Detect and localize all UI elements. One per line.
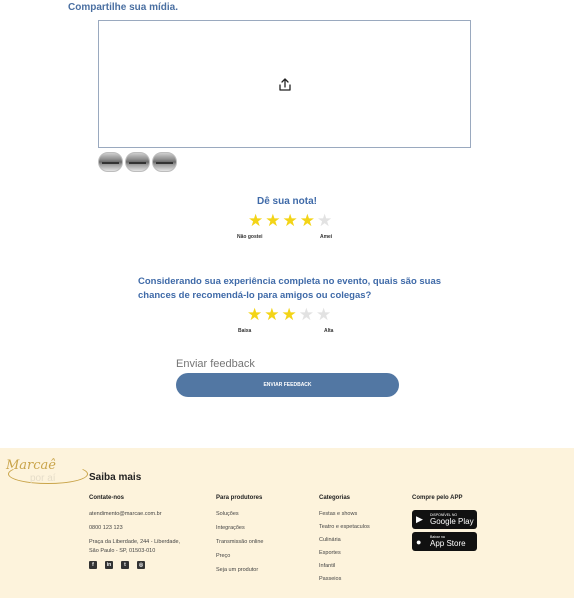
star-icon[interactable]: ★ bbox=[265, 212, 280, 229]
recommend-min-label: Baixa bbox=[238, 328, 252, 334]
media-thumbnail[interactable] bbox=[152, 152, 177, 172]
star-icon[interactable]: ★ bbox=[282, 306, 297, 323]
producers-heading: Para produtores bbox=[216, 495, 263, 501]
star-icon[interactable]: ★ bbox=[264, 306, 279, 323]
producers-link[interactable]: Seja um produtor bbox=[216, 566, 263, 575]
category-link[interactable]: Esportes bbox=[319, 549, 370, 558]
logo-text: Marcaê bbox=[6, 458, 57, 473]
star-icon[interactable]: ★ bbox=[316, 306, 331, 323]
categories-column: Categorias Festas e shows Teatro e espet… bbox=[319, 495, 370, 588]
category-link[interactable]: Infantil bbox=[319, 562, 370, 571]
app-column: Compre pelo APP ▶ DISPONÍVEL NO Google P… bbox=[412, 495, 477, 554]
contact-phone[interactable]: 0800 123 123 bbox=[89, 524, 189, 533]
producers-link[interactable]: Preço bbox=[216, 552, 263, 561]
social-links: f in t ◎ bbox=[89, 561, 189, 569]
app-store-button[interactable]: ● Baixar na App Store bbox=[412, 532, 477, 551]
star-icon[interactable]: ★ bbox=[299, 306, 314, 323]
recommend-max-label: Alta bbox=[324, 328, 334, 334]
star-icon[interactable]: ★ bbox=[247, 306, 262, 323]
upload-icon[interactable] bbox=[277, 77, 293, 93]
producers-link[interactable]: Transmissão online bbox=[216, 538, 263, 547]
star-icon[interactable]: ★ bbox=[300, 212, 315, 229]
producers-link[interactable]: Integrações bbox=[216, 524, 263, 533]
saiba-mais-heading: Saiba mais bbox=[89, 472, 142, 483]
star-icon[interactable]: ★ bbox=[317, 212, 332, 229]
google-play-text: Google Play bbox=[430, 517, 474, 526]
recommend-stars: ★ ★ ★ ★ ★ bbox=[247, 306, 331, 323]
feedback-input[interactable] bbox=[176, 358, 396, 370]
rating-stars: ★ ★ ★ ★ ★ bbox=[248, 212, 332, 229]
star-icon[interactable]: ★ bbox=[248, 212, 263, 229]
send-feedback-button[interactable]: ENVIAR FEEDBACK bbox=[176, 373, 399, 397]
contact-heading: Contate-nos bbox=[89, 495, 124, 501]
contact-address: Praça da Liberdade, 244 - Liberdade, São… bbox=[89, 539, 181, 554]
star-icon[interactable]: ★ bbox=[283, 212, 298, 229]
rating-max-label: Amei bbox=[320, 234, 333, 240]
rating-min-label: Não gostei bbox=[237, 234, 263, 240]
facebook-icon[interactable]: f bbox=[89, 561, 97, 569]
rating-title: Dê sua nota! bbox=[256, 196, 317, 207]
category-link[interactable]: Passeios bbox=[319, 575, 370, 584]
google-play-icon: ▶ bbox=[416, 514, 423, 524]
producers-column: Para produtores Soluções Integrações Tra… bbox=[216, 495, 263, 580]
app-heading: Compre pelo APP bbox=[412, 495, 463, 501]
contact-column: Contate-nos atendimento@marcae.com.br 08… bbox=[89, 495, 189, 569]
media-thumbnails bbox=[98, 152, 177, 172]
instagram-icon[interactable]: ◎ bbox=[137, 561, 145, 569]
category-link[interactable]: Festas e shows bbox=[319, 510, 370, 519]
twitter-icon[interactable]: t bbox=[121, 561, 129, 569]
contact-email[interactable]: atendimento@marcae.com.br bbox=[89, 510, 189, 519]
category-link[interactable]: Culinária bbox=[319, 536, 370, 545]
logo-sub: por aí bbox=[30, 473, 56, 484]
producers-link[interactable]: Soluções bbox=[216, 510, 263, 519]
footer: Marcaê por aí Saiba mais Contate-nos ate… bbox=[0, 448, 574, 598]
google-play-button[interactable]: ▶ DISPONÍVEL NO Google Play bbox=[412, 510, 477, 529]
media-thumbnail[interactable] bbox=[125, 152, 150, 172]
media-thumbnail[interactable] bbox=[98, 152, 123, 172]
app-store-text: App Store bbox=[430, 539, 466, 548]
marcae-logo[interactable]: Marcaê por aí bbox=[6, 458, 90, 486]
categories-heading: Categorias bbox=[319, 495, 351, 501]
apple-icon: ● bbox=[416, 536, 422, 547]
linkedin-icon[interactable]: in bbox=[105, 561, 113, 569]
upload-dropzone[interactable] bbox=[98, 20, 471, 148]
recommend-question: Considerando sua experiência completa no… bbox=[138, 276, 442, 301]
category-link[interactable]: Teatro e espetaculos bbox=[319, 523, 370, 532]
share-title: Compartilhe sua mídia. bbox=[68, 2, 179, 13]
